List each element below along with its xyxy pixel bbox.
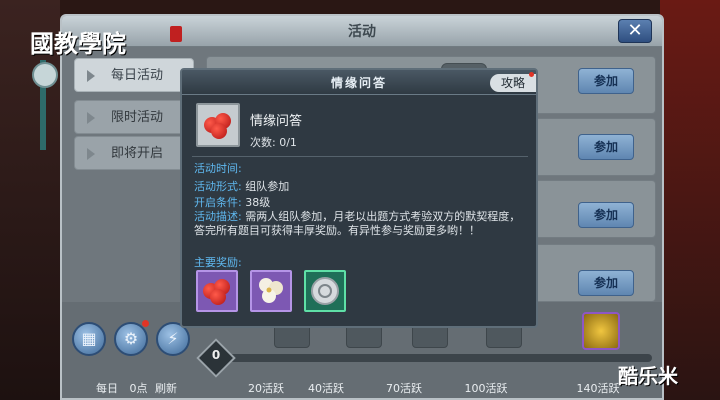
points-value: 0 (211, 348, 221, 362)
window-titlebar: 活动 ✕ (62, 16, 662, 47)
divider (192, 156, 528, 157)
activity-icon (196, 103, 240, 147)
reward-item[interactable] (196, 270, 238, 312)
silver-coin-icon (311, 277, 339, 305)
activity-detail-modal: 情缘问答 攻略 情缘问答 次数: 0/1 活动时间: 活动形式: 组队参加 开启… (180, 68, 538, 328)
tab-label: 每日活动 (111, 68, 164, 83)
info-time: 活动时间: (194, 160, 242, 176)
description-text: 需两人组队参加，月老以出题方式考验双方的默契程度，答完所有题目可获得丰厚奖励。有… (194, 210, 521, 237)
tab-coming-soon[interactable]: 即将开启 (74, 136, 194, 170)
calendar-icon: ▦ (81, 329, 97, 348)
brand-watermark: 酷乐米 (618, 364, 678, 388)
reward-item[interactable] (250, 270, 292, 312)
info-key: 活动时间: (194, 162, 242, 175)
reward-title: 主要奖励: (194, 256, 242, 269)
chevron-right-icon (87, 70, 95, 82)
info-key: 开启条件: (194, 196, 242, 209)
notification-dot (142, 320, 149, 327)
guide-button[interactable]: 攻略 (490, 74, 536, 92)
reward-item[interactable] (304, 270, 346, 312)
join-button[interactable]: 参加 (578, 134, 634, 160)
window-title: 活动 (348, 24, 376, 40)
seal-stamp (170, 26, 182, 42)
gear-icon: ⚙ (123, 329, 139, 348)
background-right (660, 0, 720, 400)
activity-name: 情缘问答 (250, 114, 303, 129)
info-form: 活动形式: 组队参加 (194, 178, 289, 194)
info-requirement: 开启条件: 38级 (194, 194, 270, 210)
rose-icon (204, 111, 232, 139)
tab-daily-activity[interactable]: 每日活动 (74, 58, 194, 92)
pendant-orb (32, 62, 58, 88)
daily-points-label: 每日 0点 刷新 (96, 380, 177, 396)
join-button[interactable]: 参加 (578, 270, 634, 296)
tab-label: 即将开启 (111, 146, 164, 161)
info-key: 活动描述: (194, 210, 242, 223)
daily-label-text: 每日 (96, 382, 118, 395)
close-button[interactable]: ✕ (618, 19, 652, 43)
info-description: 活动描述: 需两人组队参加，月老以出题方式考验双方的默契程度，答完所有题目可获得… (194, 210, 524, 238)
refresh-label: 刷新 (155, 382, 177, 395)
points-text: 0点 (129, 382, 148, 395)
tab-limited-activity[interactable]: 限时活动 (74, 100, 194, 134)
modal-title: 情缘问答 (330, 76, 387, 90)
info-key: 活动形式: (194, 180, 242, 193)
info-value: 38级 (245, 196, 271, 209)
settings-button[interactable]: ⚙ (114, 322, 148, 356)
info-value: 组队参加 (245, 180, 290, 193)
chevron-right-icon (87, 148, 95, 160)
milestone-label: 40活跃 (308, 382, 344, 395)
lightning-icon: ⚡ (167, 329, 179, 348)
progress-track (222, 354, 652, 362)
join-button[interactable]: 参加 (578, 68, 634, 94)
join-button[interactable]: 参加 (578, 202, 634, 228)
flower-bouquet-icon (259, 278, 283, 303)
logo-watermark: 國教學院 (30, 29, 126, 58)
chevron-right-icon (87, 112, 95, 124)
milestone-label: 100活跃 (464, 382, 508, 395)
milestone-label: 70活跃 (386, 382, 422, 395)
attempt-count: 次数: 0/1 (250, 136, 297, 149)
calendar-button[interactable]: ▦ (72, 322, 106, 356)
rose-icon (203, 277, 231, 305)
notification-dot (529, 72, 534, 77)
gold-reward-chest[interactable] (582, 312, 620, 350)
tab-label: 限时活动 (111, 110, 164, 125)
modal-header: 情缘问答 攻略 (182, 70, 536, 95)
milestone-label: 20活跃 (248, 382, 284, 395)
background-left (0, 0, 60, 400)
